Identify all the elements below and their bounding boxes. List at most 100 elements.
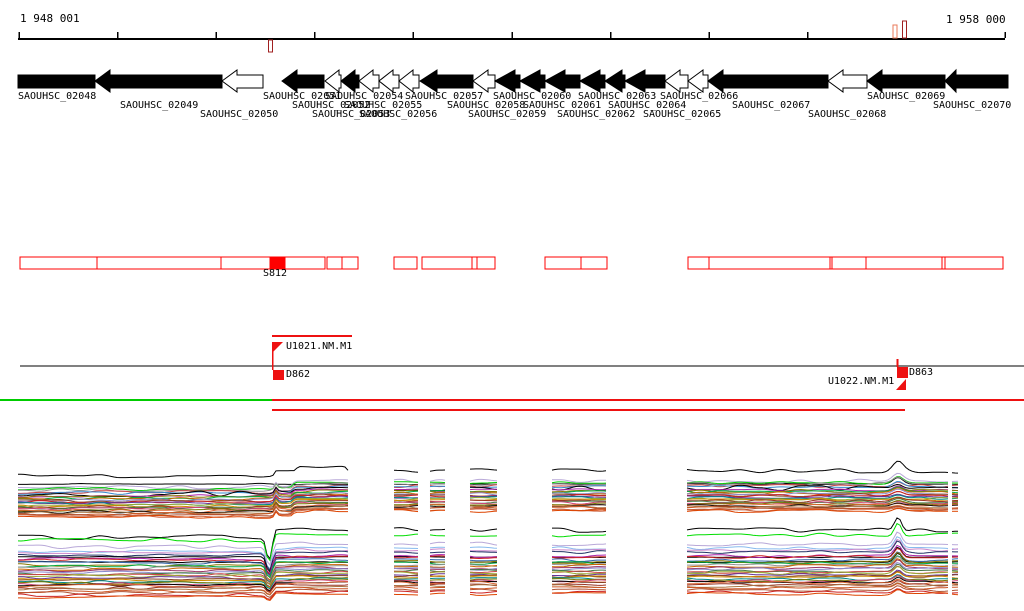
profile-line: [430, 535, 445, 536]
profile-line: [687, 518, 948, 532]
profile-line: [394, 528, 418, 531]
profile-line: [430, 493, 445, 494]
profile-line: [952, 493, 958, 494]
profile-line: [470, 498, 497, 499]
repeat-box[interactable]: [581, 257, 607, 269]
gene-arrow-SAOUHSC_02061[interactable]: [545, 70, 580, 92]
repeat-box[interactable]: [327, 257, 342, 269]
profile-line: [470, 529, 497, 531]
profile-line: [430, 480, 445, 482]
profile-line: [470, 542, 497, 545]
repeat-box[interactable]: [477, 257, 495, 269]
gene-arrow-SAOUHSC_02050[interactable]: [222, 70, 263, 92]
gene-arrow-SAOUHSC_02067[interactable]: [708, 70, 828, 92]
profile-line: [394, 568, 418, 569]
d862-box[interactable]: [273, 370, 284, 380]
gene-arrow-SAOUHSC_02060[interactable]: [520, 70, 545, 92]
profile-line: [552, 589, 606, 590]
profile-line: [470, 594, 497, 595]
profile-line: [552, 587, 606, 588]
gene-arrow-SAOUHSC_02051[interactable]: [282, 70, 324, 92]
gene-arrow-SAOUHSC_02049[interactable]: [95, 70, 222, 92]
profile-line: [552, 593, 606, 594]
repeat-segment-label: S812: [263, 269, 287, 279]
profile-line: [952, 559, 958, 560]
gene-arrow-SAOUHSC_02068[interactable]: [828, 70, 867, 92]
profile-line: [430, 496, 445, 497]
profile-line: [430, 506, 445, 507]
u1021-flag[interactable]: [272, 342, 283, 353]
ruler-marker[interactable]: [893, 25, 897, 38]
profile-line: [394, 551, 418, 552]
profile-line: [430, 549, 445, 550]
profile-line: [552, 559, 606, 562]
profile-line: [687, 590, 948, 596]
profile-line: [430, 584, 445, 585]
profile-line: [552, 535, 606, 537]
profile-line: [394, 578, 418, 579]
gene-arrow-SAOUHSC_02057[interactable]: [420, 70, 473, 92]
gene-arrow-SAOUHSC_02053[interactable]: [341, 70, 359, 92]
profile-line: [552, 469, 606, 471]
repeat-track: [20, 257, 1003, 269]
gene-track: [18, 70, 1008, 92]
profile-line: [430, 565, 445, 566]
profile-line: [470, 592, 497, 594]
profile-line: [394, 544, 418, 545]
profile-line: [18, 593, 348, 601]
repeat-box[interactable]: [472, 257, 477, 269]
repeat-box[interactable]: [422, 257, 472, 269]
profile-line: [18, 466, 348, 477]
genome-browser-view: SAOUHSC_02048SAOUHSC_02049SAOUHSC_02050S…: [0, 0, 1024, 611]
repeat-box[interactable]: [342, 257, 358, 269]
profile-line: [394, 594, 418, 595]
profile-line: [394, 565, 418, 566]
gene-arrow-SAOUHSC_02054[interactable]: [359, 70, 379, 92]
ruler-end-coordinate: 1 958 000: [946, 14, 1006, 25]
profile-line: [430, 561, 445, 562]
gene-arrow-SAOUHSC_02059[interactable]: [495, 70, 520, 92]
d863-box[interactable]: [897, 367, 908, 378]
repeat-box[interactable]: [545, 257, 581, 269]
gene-arrow-SAOUHSC_02065[interactable]: [665, 70, 688, 92]
profile-line: [394, 591, 418, 592]
gene-arrow-SAOUHSC_02058[interactable]: [473, 70, 495, 92]
profile-band-upper: [18, 461, 958, 518]
repeat-box[interactable]: [688, 257, 1003, 269]
gene-arrow-SAOUHSC_02070[interactable]: [945, 70, 1008, 92]
gene-arrow-SAOUHSC_02063[interactable]: [605, 70, 625, 92]
profile-line: [18, 483, 348, 484]
profile-line: [394, 552, 418, 553]
profile-line: [552, 551, 606, 554]
profile-line: [18, 528, 348, 559]
profile-line: [430, 510, 445, 511]
gene-arrow-SAOUHSC_02066[interactable]: [688, 70, 708, 92]
gene-arrow-SAOUHSC_02069[interactable]: [867, 70, 945, 92]
feature-label-u1021: U1021.NM.M1: [286, 342, 352, 352]
gene-arrow-SAOUHSC_02055[interactable]: [379, 70, 399, 92]
repeat-box[interactable]: [394, 257, 417, 269]
profile-band-lower: [18, 518, 958, 601]
profile-line: [552, 489, 606, 490]
gene-arrow-SAOUHSC_02062[interactable]: [580, 70, 605, 92]
profile-line: [470, 585, 497, 586]
ruler-marker[interactable]: [903, 21, 907, 38]
ruler-marker[interactable]: [269, 40, 273, 52]
gene-arrow-SAOUHSC_02056[interactable]: [399, 70, 419, 92]
gene-arrow-SAOUHSC_02052[interactable]: [325, 70, 341, 92]
profile-line: [394, 470, 418, 472]
profile-line: [430, 586, 445, 587]
profile-line: [430, 529, 445, 530]
gene-arrow-SAOUHSC_02048[interactable]: [18, 75, 95, 88]
profile-line: [430, 556, 445, 557]
u1022-flag[interactable]: [896, 379, 906, 390]
profile-line: [430, 542, 445, 543]
profile-line: [952, 594, 958, 595]
profile-line: [470, 563, 497, 564]
profile-line: [430, 547, 445, 548]
profile-line: [470, 571, 497, 572]
profile-line: [430, 508, 445, 509]
profile-line: [470, 560, 497, 561]
gene-arrow-SAOUHSC_02064[interactable]: [625, 70, 665, 92]
tracks-canvas[interactable]: [0, 0, 1024, 611]
